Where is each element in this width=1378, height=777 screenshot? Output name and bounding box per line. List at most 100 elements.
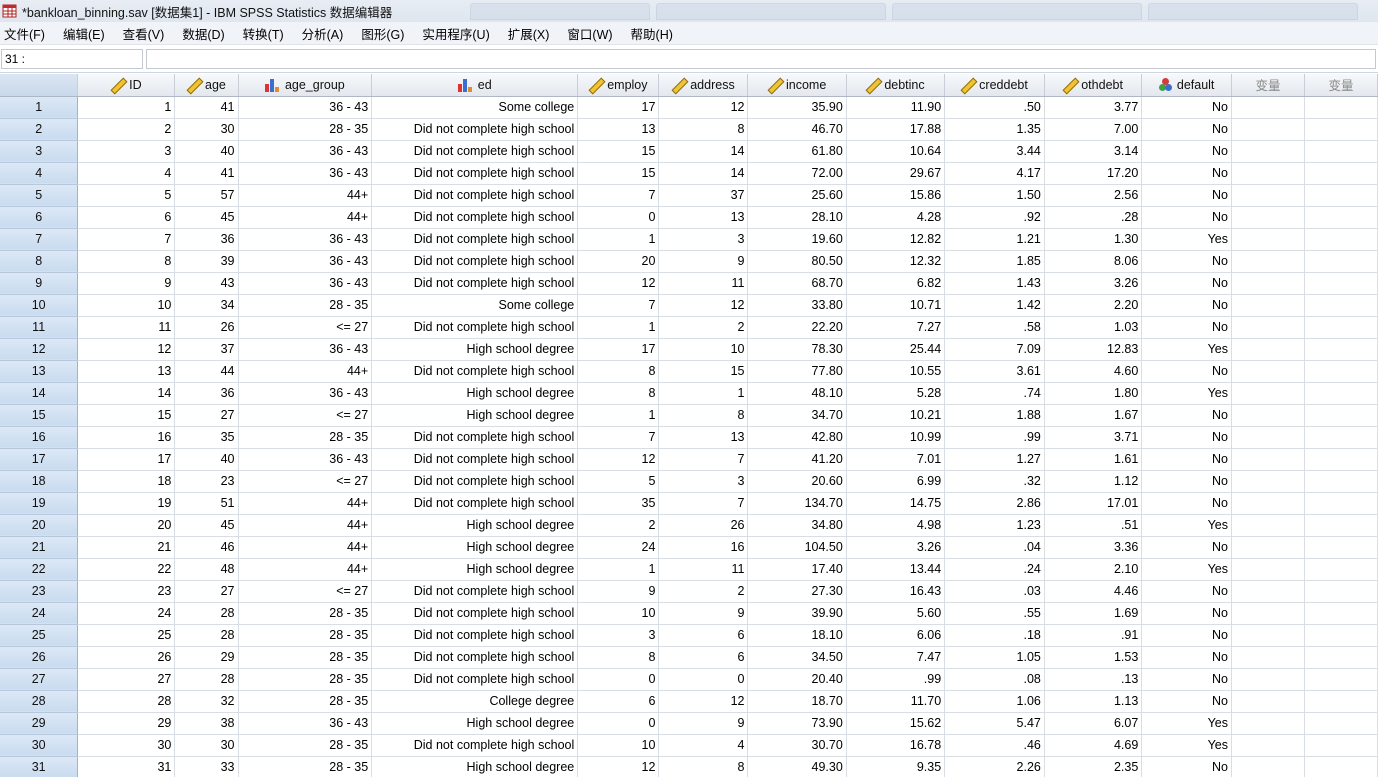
data-cell-default[interactable]: Yes	[1141, 558, 1232, 581]
empty-cell[interactable]	[1231, 96, 1305, 119]
data-cell-ed[interactable]: High school degree	[371, 404, 579, 427]
data-cell-ID[interactable]: 8	[77, 250, 176, 273]
empty-cell[interactable]	[1304, 668, 1378, 691]
row-number-header[interactable]: 23	[0, 580, 79, 603]
data-cell-age[interactable]: 37	[174, 338, 239, 361]
row-number-header[interactable]: 15	[0, 404, 79, 427]
data-cell-income[interactable]: 25.60	[747, 184, 847, 207]
empty-cell[interactable]	[1304, 338, 1378, 361]
empty-cell[interactable]	[1231, 536, 1305, 559]
data-cell-employ[interactable]: 1	[577, 228, 660, 251]
data-cell-othdebt[interactable]: 3.36	[1044, 536, 1143, 559]
empty-cell[interactable]	[1304, 382, 1378, 405]
data-cell-employ[interactable]: 5	[577, 470, 660, 493]
data-cell-othdebt[interactable]: 17.20	[1044, 162, 1143, 185]
data-cell-debtinc[interactable]: 15.62	[846, 712, 946, 735]
data-cell-age[interactable]: 46	[174, 536, 239, 559]
data-cell-address[interactable]: 12	[658, 96, 749, 119]
data-cell-ed[interactable]: Did not complete high school	[371, 184, 579, 207]
data-cell-employ[interactable]: 20	[577, 250, 660, 273]
data-cell-age[interactable]: 40	[174, 448, 239, 471]
column-header-age-group[interactable]: age_group	[238, 74, 373, 97]
data-cell-ed[interactable]: Did not complete high school	[371, 470, 579, 493]
data-cell-ID[interactable]: 5	[77, 184, 176, 207]
data-cell-age-group[interactable]: 28 - 35	[238, 756, 373, 777]
row-number-header[interactable]: 10	[0, 294, 79, 317]
data-cell-ed[interactable]: Did not complete high school	[371, 316, 579, 339]
row-number-header[interactable]: 12	[0, 338, 79, 361]
data-cell-othdebt[interactable]: 3.77	[1044, 96, 1143, 119]
menu-extensions[interactable]: 扩展(X)	[508, 24, 550, 43]
data-cell-creddebt[interactable]: .92	[944, 206, 1045, 229]
data-cell-age[interactable]: 38	[174, 712, 239, 735]
data-cell-income[interactable]: 28.10	[747, 206, 847, 229]
data-cell-default[interactable]: No	[1141, 690, 1232, 713]
data-cell-age-group[interactable]: 28 - 35	[238, 668, 373, 691]
empty-cell[interactable]	[1304, 206, 1378, 229]
data-cell-income[interactable]: 35.90	[747, 96, 847, 119]
data-cell-age[interactable]: 36	[174, 382, 239, 405]
data-cell-debtinc[interactable]: 7.27	[846, 316, 946, 339]
data-cell-employ[interactable]: 10	[577, 602, 660, 625]
data-cell-debtinc[interactable]: 5.60	[846, 602, 946, 625]
data-cell-age[interactable]: 32	[174, 690, 239, 713]
data-cell-income[interactable]: 80.50	[747, 250, 847, 273]
data-cell-address[interactable]: 11	[658, 272, 749, 295]
data-cell-age-group[interactable]: 44+	[238, 514, 373, 537]
data-cell-age[interactable]: 41	[174, 162, 239, 185]
data-cell-ID[interactable]: 21	[77, 536, 176, 559]
data-cell-income[interactable]: 33.80	[747, 294, 847, 317]
row-number-header[interactable]: 8	[0, 250, 79, 273]
data-cell-creddebt[interactable]: .03	[944, 580, 1045, 603]
data-cell-employ[interactable]: 9	[577, 580, 660, 603]
data-cell-ed[interactable]: Did not complete high school	[371, 602, 579, 625]
data-cell-age[interactable]: 51	[174, 492, 239, 515]
data-cell-income[interactable]: 34.50	[747, 646, 847, 669]
data-cell-othdebt[interactable]: 1.30	[1044, 228, 1143, 251]
column-header-employ[interactable]: employ	[577, 74, 660, 97]
data-cell-ID[interactable]: 18	[77, 470, 176, 493]
data-cell-ID[interactable]: 17	[77, 448, 176, 471]
data-cell-ed[interactable]: Did not complete high school	[371, 206, 579, 229]
data-cell-ed[interactable]: Did not complete high school	[371, 250, 579, 273]
empty-cell[interactable]	[1231, 118, 1305, 141]
data-cell-creddebt[interactable]: .50	[944, 96, 1045, 119]
data-cell-income[interactable]: 134.70	[747, 492, 847, 515]
data-cell-employ[interactable]: 7	[577, 294, 660, 317]
data-cell-address[interactable]: 8	[658, 404, 749, 427]
data-cell-income[interactable]: 34.80	[747, 514, 847, 537]
empty-cell[interactable]	[1304, 470, 1378, 493]
empty-cell[interactable]	[1304, 558, 1378, 581]
data-cell-debtinc[interactable]: 11.90	[846, 96, 946, 119]
data-cell-othdebt[interactable]: .51	[1044, 514, 1143, 537]
data-cell-address[interactable]: 26	[658, 514, 749, 537]
empty-cell[interactable]	[1231, 250, 1305, 273]
data-cell-age-group[interactable]: 44+	[238, 492, 373, 515]
data-cell-default[interactable]: No	[1141, 118, 1232, 141]
empty-cell[interactable]	[1231, 712, 1305, 735]
data-cell-ed[interactable]: Did not complete high school	[371, 272, 579, 295]
menu-transform[interactable]: 转换(T)	[243, 24, 284, 43]
data-cell-creddebt[interactable]: 5.47	[944, 712, 1045, 735]
data-cell-debtinc[interactable]: 25.44	[846, 338, 946, 361]
row-number-header[interactable]: 28	[0, 690, 79, 713]
data-cell-creddebt[interactable]: .18	[944, 624, 1045, 647]
data-cell-age-group[interactable]: 36 - 43	[238, 712, 373, 735]
data-cell-debtinc[interactable]: 17.88	[846, 118, 946, 141]
empty-cell[interactable]	[1231, 470, 1305, 493]
data-cell-creddebt[interactable]: .99	[944, 426, 1045, 449]
empty-cell[interactable]	[1304, 536, 1378, 559]
row-number-header[interactable]: 29	[0, 712, 79, 735]
data-cell-default[interactable]: No	[1141, 96, 1232, 119]
data-cell-employ[interactable]: 7	[577, 184, 660, 207]
empty-cell[interactable]	[1304, 426, 1378, 449]
data-cell-creddebt[interactable]: 1.42	[944, 294, 1045, 317]
data-cell-employ[interactable]: 7	[577, 426, 660, 449]
empty-cell[interactable]	[1231, 514, 1305, 537]
data-cell-age-group[interactable]: <= 27	[238, 316, 373, 339]
data-cell-debtinc[interactable]: 5.28	[846, 382, 946, 405]
data-cell-employ[interactable]: 2	[577, 514, 660, 537]
data-cell-employ[interactable]: 3	[577, 624, 660, 647]
data-cell-default[interactable]: No	[1141, 448, 1232, 471]
data-cell-age-group[interactable]: 44+	[238, 206, 373, 229]
